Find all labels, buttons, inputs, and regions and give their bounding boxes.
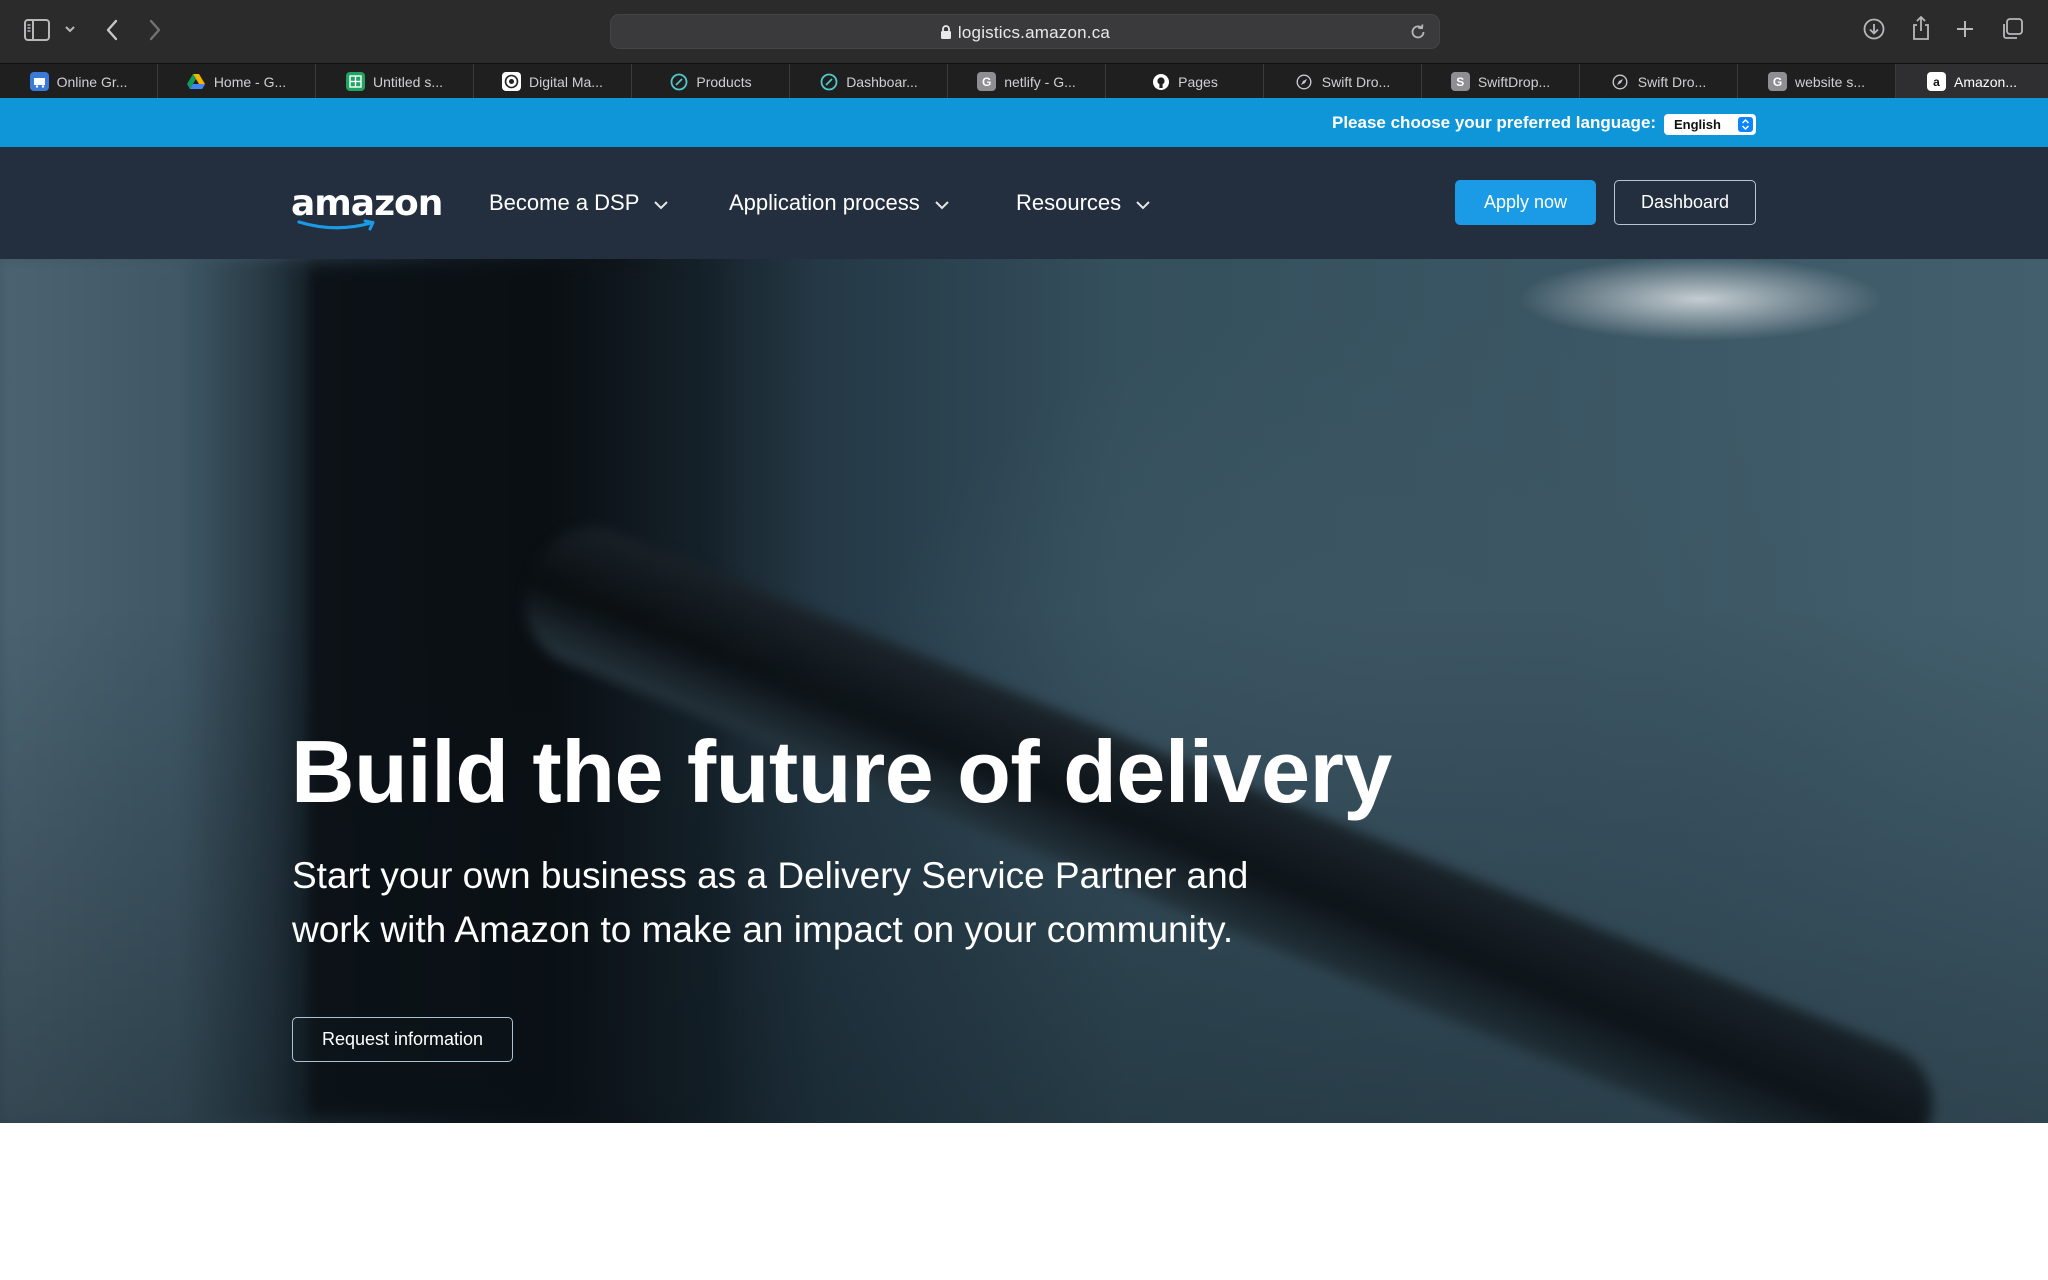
url-text: logistics.amazon.ca: [957, 23, 1111, 42]
chevron-down-icon: [934, 190, 950, 216]
forward-arrow-icon[interactable]: [147, 18, 163, 42]
new-tab-icon[interactable]: [1955, 19, 1975, 39]
hero-subtitle: Start your own business as a Delivery Se…: [292, 849, 1292, 957]
language-bar: Please choose your preferred language: E…: [0, 98, 2048, 147]
tab-label: Swift Dro...: [1321, 73, 1391, 90]
hero-subtitle-line: Start your own business as a Delivery Se…: [292, 855, 1249, 896]
browser-tab-active[interactable]: a Amazon...: [1896, 64, 2048, 99]
browser-tab[interactable]: Pages: [1106, 64, 1264, 99]
tab-label: Home - G...: [213, 73, 287, 90]
browser-tab[interactable]: G website s...: [1738, 64, 1896, 99]
lock-icon: [940, 25, 952, 45]
nav-item-label: Application process: [729, 190, 920, 215]
google-g-favicon-icon: G: [977, 72, 997, 91]
browser-tab[interactable]: Swift Dro...: [1580, 64, 1738, 99]
browser-tab[interactable]: Digital Ma...: [474, 64, 632, 99]
tab-label: Online Gr...: [56, 73, 128, 90]
browser-tab[interactable]: Untitled s...: [316, 64, 474, 99]
download-icon[interactable]: [1863, 18, 1885, 40]
browser-tab[interactable]: G netlify - G...: [948, 64, 1106, 99]
github-favicon-icon: [1151, 72, 1170, 91]
browser-tab[interactable]: Dashboar...: [790, 64, 948, 99]
tab-label: Pages: [1178, 73, 1218, 90]
hero-section: Build the future of delivery Start your …: [0, 259, 2048, 1123]
tab-label: Untitled s...: [372, 73, 444, 90]
language-select-value: English: [1674, 117, 1721, 132]
tab-label: Dashboar...: [846, 73, 918, 90]
google-sheets-favicon-icon: [345, 72, 365, 91]
hero-title: Build the future of delivery: [291, 722, 1392, 821]
tab-label: website s...: [1794, 73, 1866, 90]
share-icon[interactable]: [1910, 15, 1932, 41]
nav-item-label: Become a DSP: [489, 190, 640, 215]
language-prompt: Please choose your preferred language:: [1332, 113, 1657, 132]
tab-label: Amazon...: [1953, 73, 2018, 90]
google-g-favicon-icon: G: [1767, 72, 1787, 91]
chevron-down-icon[interactable]: [64, 24, 76, 34]
apply-now-button[interactable]: Apply now: [1455, 180, 1596, 225]
site-navigation: amazon Become a DSP Application process …: [0, 147, 2048, 259]
sidebar-toggle-icon[interactable]: [24, 19, 50, 41]
tab-strip: Online Gr... Home - G... Untitled s... D…: [0, 63, 2048, 99]
reload-icon[interactable]: [1409, 23, 1427, 46]
online-grocery-favicon-icon: [29, 72, 49, 91]
page-content-area: [0, 1123, 2048, 1280]
address-bar[interactable]: logistics.amazon.ca: [610, 14, 1440, 49]
hero-overlay: [0, 259, 2048, 1123]
netlify-favicon-icon: [669, 72, 688, 91]
nav-resources[interactable]: Resources: [1016, 190, 1151, 216]
tab-label: Swift Dro...: [1637, 73, 1707, 90]
tab-label: Digital Ma...: [529, 73, 603, 90]
tab-label: Products: [696, 73, 752, 90]
select-arrows-icon: [1738, 117, 1753, 132]
amazon-smile-icon: [297, 219, 375, 231]
nav-become-dsp[interactable]: Become a DSP: [489, 190, 669, 216]
nav-application-process[interactable]: Application process: [729, 190, 950, 216]
netlify-favicon-icon: [819, 72, 838, 91]
google-drive-favicon-icon: [187, 72, 206, 91]
browser-toolbar: logistics.amazon.ca: [0, 0, 2048, 63]
browser-tab[interactable]: Home - G...: [158, 64, 316, 99]
language-select[interactable]: English: [1664, 114, 1756, 135]
browser-tab[interactable]: S SwiftDrop...: [1422, 64, 1580, 99]
digital-marketing-favicon-icon: [502, 72, 522, 91]
nav-item-label: Resources: [1016, 190, 1122, 215]
tab-overview-icon[interactable]: [2001, 18, 2023, 40]
hero-subtitle-line: work with Amazon to make an impact on yo…: [292, 909, 1234, 950]
browser-tab[interactable]: Swift Dro...: [1264, 64, 1422, 99]
amazon-favicon-icon: a: [1926, 72, 1946, 91]
amazon-logo-text: amazon: [291, 183, 443, 224]
tab-label: SwiftDrop...: [1477, 73, 1551, 90]
compass-favicon-icon: [1295, 72, 1314, 91]
s-letter-favicon-icon: S: [1450, 72, 1470, 91]
back-arrow-icon[interactable]: [104, 18, 120, 42]
request-information-button[interactable]: Request information: [292, 1017, 513, 1062]
chevron-down-icon: [1135, 190, 1151, 216]
chevron-down-icon: [653, 190, 669, 216]
dashboard-button[interactable]: Dashboard: [1614, 180, 1756, 225]
tab-label: netlify - G...: [1004, 73, 1076, 90]
amazon-logo[interactable]: amazon: [291, 183, 443, 231]
compass-favicon-icon: [1611, 72, 1630, 91]
browser-tab[interactable]: Products: [632, 64, 790, 99]
browser-tab[interactable]: Online Gr...: [0, 64, 158, 99]
